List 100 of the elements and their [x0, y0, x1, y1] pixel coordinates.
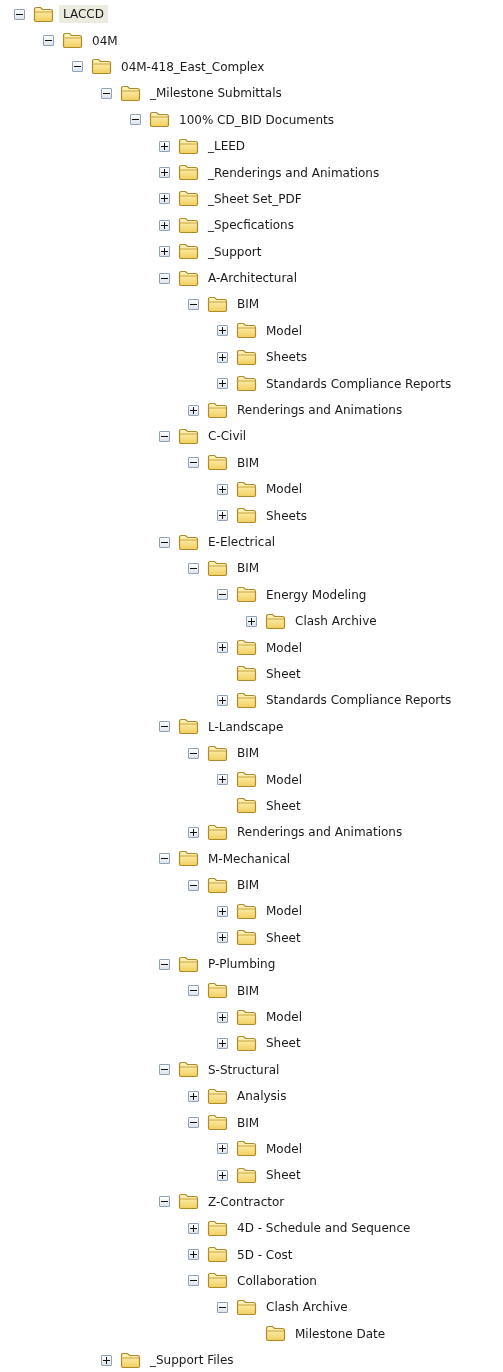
collapse-button[interactable] — [188, 562, 199, 574]
folder-label[interactable]: LACCD — [59, 5, 108, 24]
folder-label[interactable]: Analysis — [233, 1087, 291, 1106]
collapse-button[interactable] — [159, 721, 170, 733]
expand-button[interactable] — [217, 1143, 228, 1155]
folder-label[interactable]: Clash Archive — [291, 612, 381, 631]
folder-label[interactable]: Model — [262, 638, 307, 657]
folder-label[interactable]: C-Civil — [204, 427, 251, 446]
collapse-button[interactable] — [159, 853, 170, 865]
expand-button[interactable] — [188, 404, 199, 416]
folder-label[interactable]: Sheet — [262, 928, 305, 947]
collapse-button[interactable] — [188, 879, 199, 891]
folder-label[interactable]: Collaboration — [233, 1271, 321, 1290]
expand-button[interactable] — [217, 1169, 228, 1181]
folder-label[interactable]: Clash Archive — [262, 1298, 352, 1317]
folder-label[interactable]: E-Electrical — [204, 533, 280, 551]
expand-button[interactable] — [217, 378, 228, 390]
collapse-button[interactable] — [159, 430, 170, 442]
folder-label[interactable]: Sheet — [262, 664, 305, 683]
collapse-button[interactable] — [43, 35, 54, 47]
expand-button[interactable] — [217, 905, 228, 917]
folder-label[interactable]: _Milestone Submittals — [146, 84, 286, 103]
collapse-button[interactable] — [159, 958, 170, 970]
folder-label[interactable]: A-Architectural — [204, 269, 302, 288]
folder-label[interactable]: Sheets — [262, 348, 311, 367]
expand-button[interactable] — [101, 1354, 112, 1366]
expand-button[interactable] — [188, 1249, 199, 1261]
collapse-button[interactable] — [217, 1301, 228, 1313]
folder-label[interactable]: Sheet — [262, 1034, 305, 1053]
expand-button[interactable] — [188, 1090, 199, 1102]
folder-label[interactable]: Energy Modeling — [262, 585, 371, 604]
folder-label[interactable]: 4D - Schedule and Sequence — [233, 1219, 415, 1238]
collapse-button[interactable] — [188, 985, 199, 997]
folder-label[interactable]: 04M — [88, 31, 122, 50]
expand-button[interactable] — [217, 351, 228, 363]
expand-button[interactable] — [217, 694, 228, 706]
folder-label[interactable]: _Renderings and Animations — [204, 163, 384, 182]
collapse-button[interactable] — [72, 61, 83, 73]
folder-label[interactable]: BIM — [233, 981, 264, 1000]
collapse-button[interactable] — [159, 272, 170, 284]
expand-button[interactable] — [188, 826, 199, 838]
folder-label[interactable]: Standards Compliance Reports — [262, 691, 456, 710]
folder-label[interactable]: Milestone Date — [291, 1324, 390, 1343]
folder-label[interactable]: BIM — [233, 559, 264, 578]
expand-button[interactable] — [159, 246, 170, 258]
collapse-button[interactable] — [159, 536, 170, 548]
folder-label[interactable]: BIM — [233, 295, 264, 314]
expand-button[interactable] — [159, 140, 170, 152]
folder-label[interactable]: Model — [262, 902, 307, 921]
expand-button[interactable] — [217, 325, 228, 337]
folder-label[interactable]: Z-Contractor — [204, 1192, 289, 1211]
folder-label[interactable]: M-Mechanical — [204, 849, 295, 868]
collapse-button[interactable] — [159, 1064, 170, 1076]
folder-label[interactable]: 5D - Cost — [233, 1245, 297, 1264]
folder-label[interactable]: BIM — [233, 876, 264, 895]
expand-button[interactable] — [159, 219, 170, 231]
collapse-button[interactable] — [188, 747, 199, 759]
folder-label[interactable]: BIM — [233, 453, 264, 472]
folder-label[interactable]: Model — [262, 1140, 307, 1158]
folder-label[interactable]: Model — [262, 480, 307, 499]
folder-label[interactable]: _Support — [204, 242, 266, 261]
expand-button[interactable] — [217, 510, 228, 522]
collapse-button[interactable] — [188, 1275, 199, 1287]
folder-label[interactable]: Renderings and Animations — [233, 823, 407, 842]
expand-button[interactable] — [217, 932, 228, 944]
folder-label[interactable]: _Support Files — [146, 1351, 238, 1370]
folder-label[interactable]: L-Landscape — [204, 717, 288, 736]
expand-button[interactable] — [246, 615, 257, 627]
folder-label[interactable]: Renderings and Animations — [233, 401, 407, 420]
folder-label[interactable]: _LEED — [204, 137, 250, 156]
collapse-button[interactable] — [188, 299, 199, 310]
expand-button[interactable] — [217, 642, 228, 654]
collapse-button[interactable] — [101, 87, 112, 99]
folder-label[interactable]: Model — [262, 321, 307, 340]
collapse-button[interactable] — [159, 1196, 170, 1208]
expand-button[interactable] — [159, 167, 170, 179]
folder-label[interactable]: 100% CD_BID Documents — [175, 110, 338, 129]
folder-label[interactable]: Model — [262, 1008, 307, 1027]
expand-button[interactable] — [217, 1011, 228, 1023]
folder-label[interactable]: Sheet — [262, 1166, 305, 1185]
folder-label[interactable]: Standards Compliance Reports — [262, 374, 456, 393]
collapse-button[interactable] — [188, 1117, 199, 1129]
collapse-button[interactable] — [188, 457, 199, 469]
folder-label[interactable]: S-Structural — [204, 1060, 284, 1079]
folder-label[interactable]: Sheets — [262, 506, 311, 525]
folder-label[interactable]: Sheet — [262, 796, 305, 815]
folder-label[interactable]: Model — [262, 770, 307, 789]
expand-button[interactable] — [217, 774, 228, 785]
expand-button[interactable] — [217, 1037, 228, 1049]
folder-label[interactable]: P-Plumbing — [204, 955, 280, 974]
expand-button[interactable] — [159, 193, 170, 205]
collapse-button[interactable] — [130, 114, 141, 126]
expand-button[interactable] — [217, 483, 228, 495]
folder-label[interactable]: _Sheet Set_PDF — [204, 189, 306, 208]
folder-label[interactable]: BIM — [233, 1113, 264, 1132]
folder-label[interactable]: 04M-418_East_Complex — [117, 57, 269, 76]
folder-label[interactable]: _Specfications — [204, 216, 298, 235]
collapse-button[interactable] — [14, 8, 25, 20]
expand-button[interactable] — [188, 1222, 199, 1234]
collapse-button[interactable] — [217, 589, 228, 601]
